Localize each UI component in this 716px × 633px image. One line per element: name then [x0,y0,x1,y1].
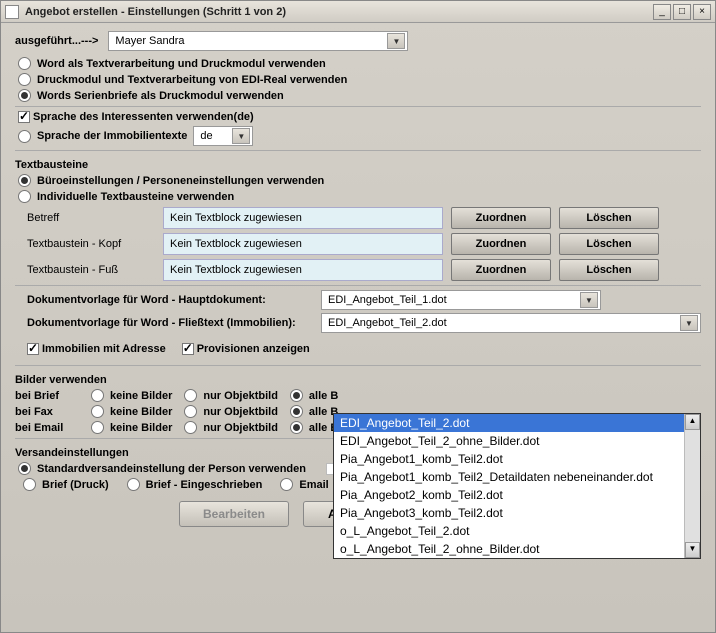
chevron-down-icon[interactable] [580,292,598,308]
dropdown-option[interactable]: EDI_Angebot_Teil_2.dot [334,414,700,432]
opt-serien-label: Words Serienbriefe als Druckmodul verwen… [37,90,284,102]
dropdown-option[interactable]: Pia_Angebot1_komb_Teil2.dot [334,450,700,468]
assign-button-kopf[interactable]: Zuordnen [451,233,551,255]
bilder-brief-label: bei Brief [15,390,85,402]
executed-by-label: ausgeführt...---> [15,35,98,47]
label-immo-language: Sprache der Immobilientexte [37,130,187,142]
window-frame: Angebot erstellen - Einstellungen (Schri… [0,0,716,633]
radio-email-alle[interactable] [290,421,303,434]
betreff-input[interactable]: Kein Textblock zugewiesen [163,207,443,229]
assign-button-betreff[interactable]: Zuordnen [451,207,551,229]
app-icon [5,5,19,19]
opt-buero-label: Büroeinstellungen / Personeneinstellunge… [37,175,324,187]
haupt-vorlage-label: Dokumentvorlage für Word - Hauptdokument… [15,294,315,306]
haupt-vorlage-value: EDI_Angebot_Teil_1.dot [328,294,580,306]
cb-provision-label: Provisionen anzeigen [197,343,310,355]
radio-word[interactable] [18,57,31,70]
radio-email-versand[interactable] [280,478,293,491]
radio-email-objekt[interactable] [184,421,197,434]
dropdown-option[interactable]: EDI_Angebot_Teil_2_ohne_Bilder.dot [334,432,700,450]
checkbox-provisionen[interactable] [182,343,194,355]
user-select[interactable]: Mayer Sandra [108,31,408,51]
radio-immobilientexte-language[interactable] [18,130,31,143]
language-select[interactable]: de [193,126,253,146]
close-button[interactable]: × [693,4,711,20]
radio-buero-settings[interactable] [18,174,31,187]
checkbox-interessent-language[interactable] [18,111,30,123]
radio-standardversand[interactable] [18,462,31,475]
opt-word-label: Word als Textverarbeitung und Druckmodul… [37,58,326,70]
fliess-vorlage-dropdown-list[interactable]: EDI_Angebot_Teil_2.dot EDI_Angebot_Teil_… [333,413,701,559]
bilder-fax-label: bei Fax [15,406,85,418]
betreff-label: Betreff [15,212,155,224]
dropdown-option[interactable]: Pia_Angebot3_komb_Teil2.dot [334,504,700,522]
checkbox-immobilien-adresse[interactable] [27,343,39,355]
radio-fax-objekt[interactable] [184,405,197,418]
user-select-value: Mayer Sandra [115,35,387,47]
radio-brief-keine[interactable] [91,389,104,402]
edit-button[interactable]: Bearbeiten [179,501,289,527]
dropdown-option[interactable]: o_L_Angebot_Teil_2_ohne_Bilder.dot [334,540,700,558]
fliess-vorlage-select[interactable]: EDI_Angebot_Teil_2.dot [321,313,701,333]
bilder-email-label: bei Email [15,422,85,434]
chevron-down-icon[interactable] [232,128,250,144]
radio-brief-eingeschrieben[interactable] [127,478,140,491]
assign-button-fuss[interactable]: Zuordnen [451,259,551,281]
radio-brief-alle[interactable] [290,389,303,402]
kopf-input[interactable]: Kein Textblock zugewiesen [163,233,443,255]
fuss-input[interactable]: Kein Textblock zugewiesen [163,259,443,281]
radio-edireal[interactable] [18,73,31,86]
cb-adresse-label: Immobilien mit Adresse [42,343,166,355]
radio-fax-alle[interactable] [290,405,303,418]
radio-serienbriefe[interactable] [18,89,31,102]
window-title: Angebot erstellen - Einstellungen (Schri… [25,6,653,18]
radio-fax-keine[interactable] [91,405,104,418]
titlebar: Angebot erstellen - Einstellungen (Schri… [1,1,715,23]
radio-individual-settings[interactable] [18,190,31,203]
scroll-down-icon[interactable]: ▼ [685,542,700,558]
dropdown-option[interactable]: o_L_Angebot_Teil_2.dot [334,522,700,540]
dropdown-option[interactable]: Pia_Angebot1_komb_Teil2_Detaildaten nebe… [334,468,700,486]
scroll-up-icon[interactable]: ▲ [685,414,700,430]
delete-button-fuss[interactable]: Löschen [559,259,659,281]
haupt-vorlage-select[interactable]: EDI_Angebot_Teil_1.dot [321,290,601,310]
radio-brief-druck[interactable] [23,478,36,491]
radio-brief-objekt[interactable] [184,389,197,402]
fliess-vorlage-label: Dokumentvorlage für Word - Fließtext (Im… [15,317,315,329]
opt-indiv-label: Individuelle Textbausteine verwenden [37,191,234,203]
scrollbar[interactable]: ▲ ▼ [684,414,700,558]
textbausteine-header: Textbausteine [15,159,701,171]
maximize-button[interactable]: □ [673,4,691,20]
opt-edireal-label: Druckmodul und Textverarbeitung von EDI-… [37,74,347,86]
bilder-header: Bilder verwenden [15,374,701,386]
fliess-vorlage-value: EDI_Angebot_Teil_2.dot [328,317,680,329]
dropdown-option[interactable]: Pia_Angebot2_komb_Teil2.dot [334,486,700,504]
chevron-down-icon[interactable] [387,33,405,49]
chevron-down-icon[interactable] [680,315,698,331]
delete-button-kopf[interactable]: Löschen [559,233,659,255]
radio-email-keine[interactable] [91,421,104,434]
cb-interessent-label: Sprache des Interessenten verwenden(de) [33,111,254,123]
delete-button-betreff[interactable]: Löschen [559,207,659,229]
opt-standardversand-label: Standardversandeinstellung der Person ve… [37,463,306,475]
fuss-label: Textbaustein - Fuß [15,264,155,276]
minimize-button[interactable]: _ [653,4,671,20]
language-value: de [200,130,232,142]
kopf-label: Textbaustein - Kopf [15,238,155,250]
